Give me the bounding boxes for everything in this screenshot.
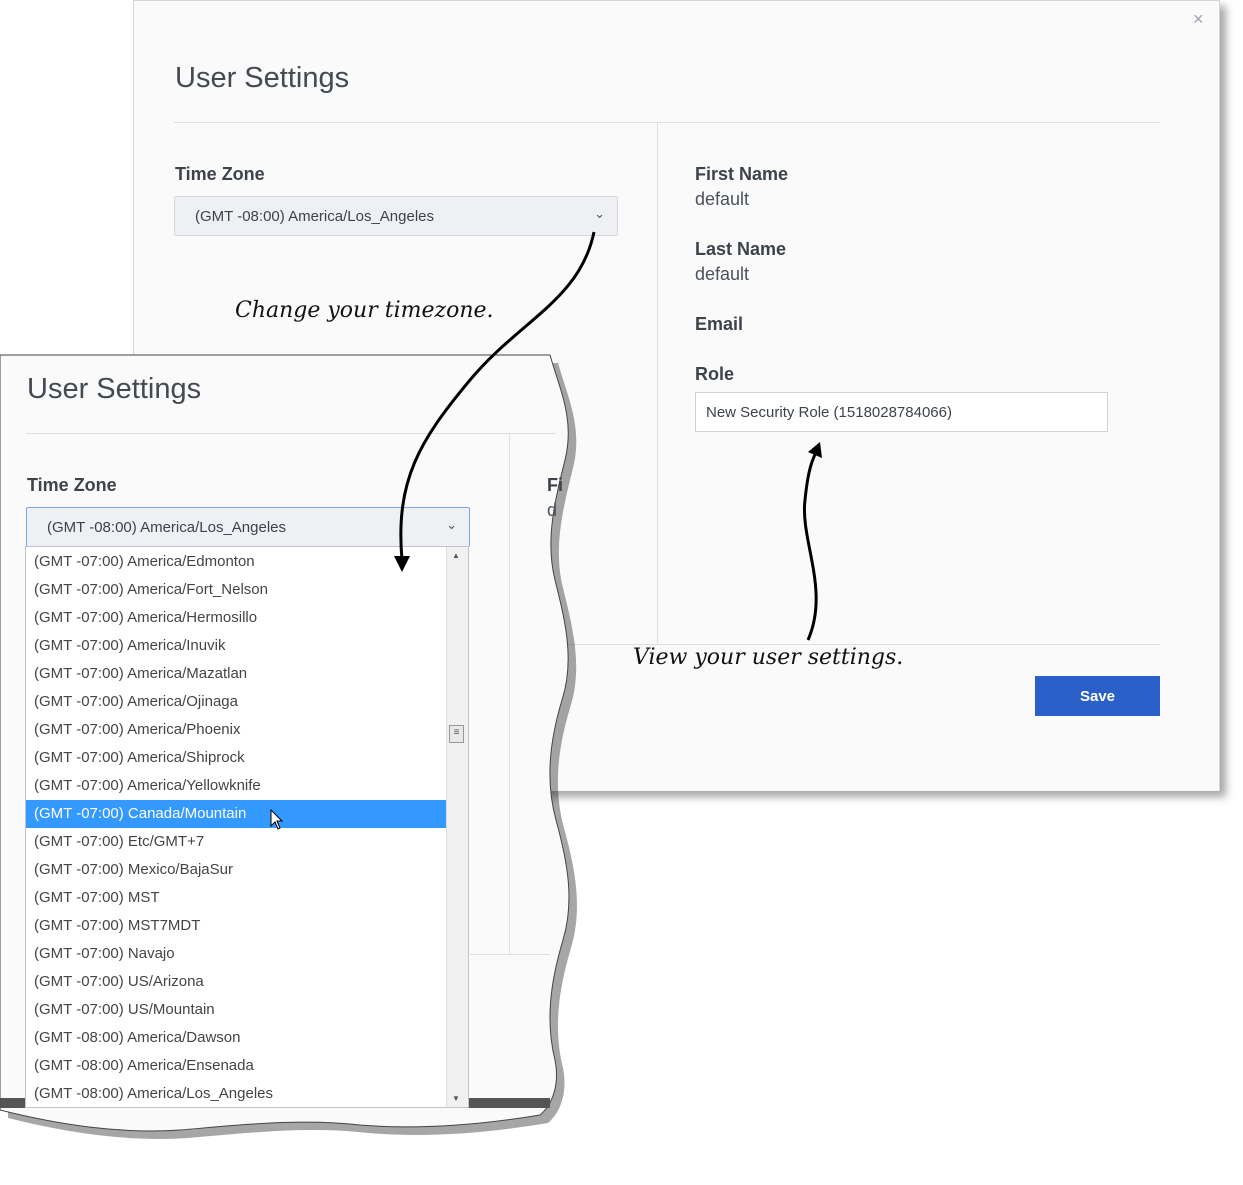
annotation-change-timezone: Change your timezone. bbox=[235, 298, 494, 323]
annotation-arrows bbox=[394, 231, 822, 641]
annotation-view-settings: View your user settings. bbox=[633, 645, 904, 670]
